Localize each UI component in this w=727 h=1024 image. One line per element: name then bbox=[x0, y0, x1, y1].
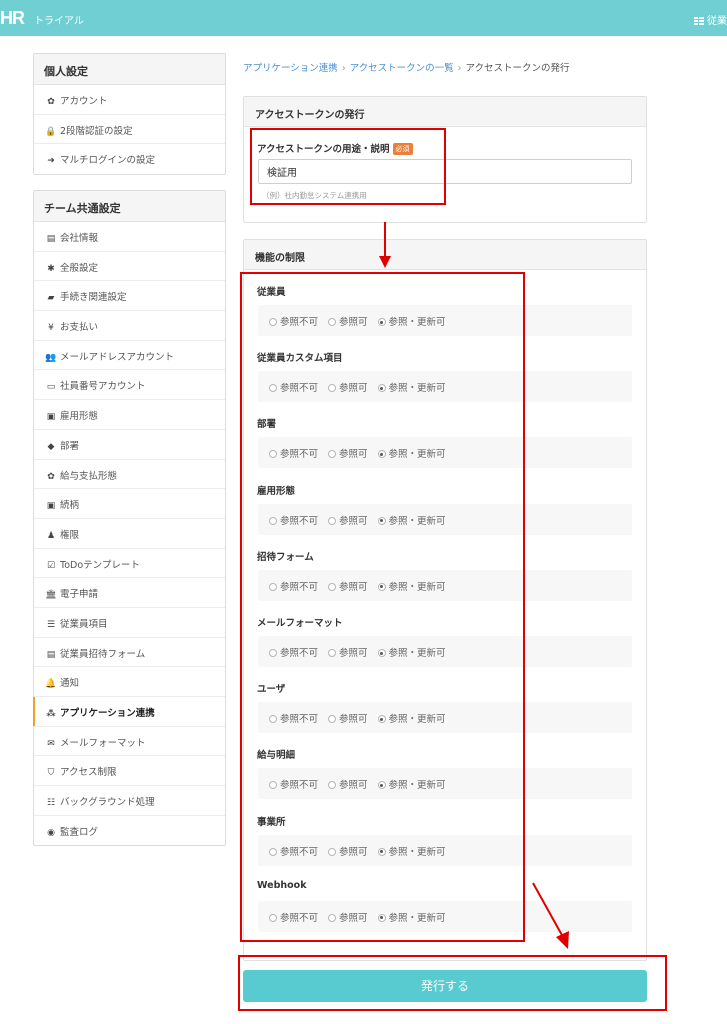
annotation-arrow-diagonal bbox=[532, 882, 569, 949]
annotation-arrows bbox=[379, 222, 569, 949]
annotation-arrow-down bbox=[379, 222, 391, 268]
